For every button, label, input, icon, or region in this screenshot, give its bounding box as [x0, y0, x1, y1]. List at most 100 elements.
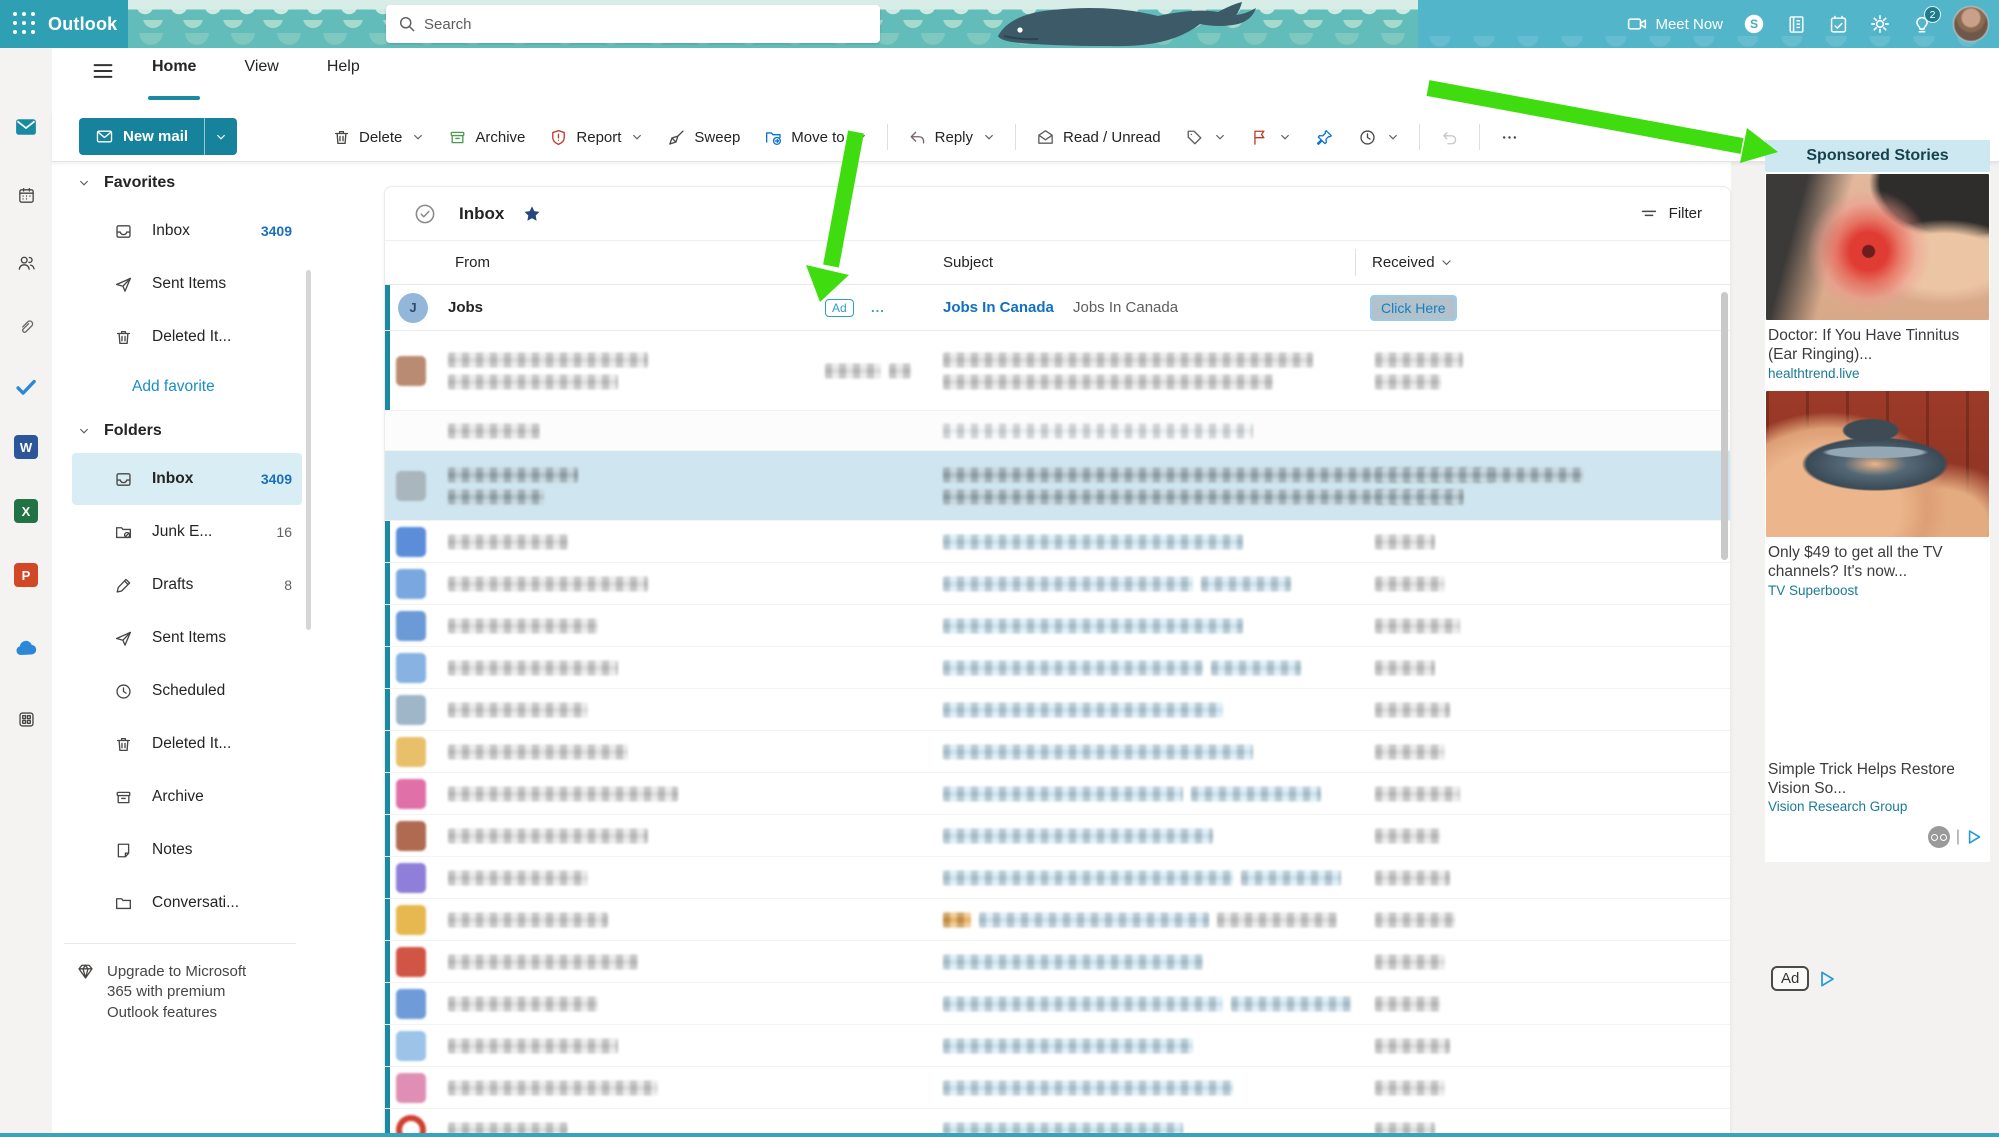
ad-subject-link[interactable]: Jobs In Canada	[943, 299, 1054, 316]
email-row[interactable]	[385, 411, 1730, 451]
unread-count: 8	[284, 577, 292, 593]
email-row[interactable]	[385, 331, 1730, 411]
adchoices-icon[interactable]	[1966, 828, 1984, 846]
email-row[interactable]	[385, 689, 1730, 731]
tasks-button[interactable]	[1827, 13, 1849, 35]
user-avatar[interactable]	[1953, 6, 1989, 42]
delete-button[interactable]: Delete	[323, 121, 433, 154]
inbox-icon	[114, 470, 133, 489]
ad-source-link[interactable]: Vision Research Group	[1766, 799, 1989, 814]
email-row[interactable]	[385, 857, 1730, 899]
reply-button[interactable]: Reply	[899, 121, 1004, 154]
snooze-button[interactable]	[1349, 121, 1408, 154]
select-all-circle-icon[interactable]	[413, 202, 437, 226]
folder-item-conversati-[interactable]: Conversati...	[72, 877, 302, 929]
app-launcher-button[interactable]	[8, 7, 42, 41]
email-row[interactable]	[385, 1067, 1730, 1109]
folder-pane-scrollbar[interactable]	[306, 270, 311, 630]
email-row[interactable]	[385, 647, 1730, 689]
ad-click-here-button[interactable]: Click Here	[1370, 295, 1457, 321]
new-mail-dropdown[interactable]	[204, 118, 237, 155]
column-from[interactable]: From	[455, 254, 490, 271]
skype-button[interactable]: S	[1743, 13, 1765, 35]
ad-source-link[interactable]: healthtrend.live	[1766, 366, 1989, 381]
email-row[interactable]	[385, 1025, 1730, 1067]
word-tab[interactable]: W	[13, 434, 39, 460]
settings-button[interactable]	[1869, 13, 1891, 35]
tips-button[interactable]: 2	[1911, 13, 1933, 35]
sponsored-ad[interactable]: Simple Trick Helps Restore Vision So... …	[1765, 606, 1990, 823]
move-to-button[interactable]: Move to	[755, 121, 875, 154]
folder-item-drafts[interactable]: Drafts 8	[72, 559, 302, 611]
folder-item-sent-items[interactable]: Sent Items	[72, 612, 302, 664]
unread-accent-bar	[385, 689, 390, 730]
more-options-button[interactable]	[1491, 121, 1528, 154]
folder-item-junk-e-[interactable]: Junk E... 16	[72, 506, 302, 558]
onedrive-tab[interactable]	[13, 636, 39, 662]
read-unread-button[interactable]: Read / Unread	[1027, 121, 1170, 154]
favorite-star-icon[interactable]	[522, 204, 542, 224]
column-received[interactable]: Received	[1372, 254, 1453, 271]
email-row[interactable]	[385, 815, 1730, 857]
search-input[interactable]: Search	[386, 5, 880, 43]
powerpoint-tab[interactable]: P	[13, 562, 39, 588]
mail-tab[interactable]	[13, 114, 39, 140]
email-row[interactable]	[385, 521, 1730, 563]
ad-email-row[interactable]: J Jobs Ad ... Jobs In Canada Jobs In Can…	[385, 285, 1730, 331]
folders-section-header[interactable]: Folders	[52, 410, 308, 452]
hamburger-menu-button[interactable]	[90, 58, 116, 84]
folder-item-sent-items[interactable]: Sent Items	[72, 258, 302, 310]
filter-button[interactable]: Filter	[1639, 204, 1702, 224]
todo-tab[interactable]	[13, 374, 39, 400]
flag-button[interactable]	[1241, 121, 1300, 154]
onenote-button[interactable]	[1785, 13, 1807, 35]
more-apps-button[interactable]	[13, 706, 39, 732]
email-row[interactable]	[385, 1109, 1730, 1133]
email-row[interactable]	[385, 899, 1730, 941]
new-mail-button[interactable]: New mail	[79, 118, 204, 155]
tab-view[interactable]: View	[242, 50, 280, 84]
sponsored-ad[interactable]: Doctor: If You Have Tinnitus (Ear Ringin…	[1765, 172, 1990, 389]
folder-item-deleted-it-[interactable]: Deleted It...	[72, 718, 302, 770]
attachments-tab[interactable]	[13, 314, 39, 340]
tab-home[interactable]: Home	[150, 50, 198, 84]
excel-tab[interactable]: X	[13, 498, 39, 524]
calendar-tab[interactable]	[13, 182, 39, 208]
app-rail: W X P	[0, 48, 52, 1133]
sweep-button[interactable]: Sweep	[658, 121, 749, 154]
new-mail-split-button[interactable]: New mail	[79, 118, 237, 155]
add-favorite-link[interactable]: Add favorite	[52, 364, 308, 410]
report-button[interactable]: Report	[540, 121, 652, 154]
folder-item-deleted-it-[interactable]: Deleted It...	[72, 311, 302, 363]
favorites-section-header[interactable]: Favorites	[52, 162, 308, 204]
archive-button[interactable]: Archive	[439, 121, 534, 154]
dots-icon	[1500, 128, 1519, 147]
folder-item-inbox[interactable]: Inbox 3409	[72, 205, 302, 257]
people-tab[interactable]	[13, 250, 39, 276]
outbrain-icon[interactable]	[1928, 826, 1950, 848]
meet-now-button[interactable]: Meet Now	[1626, 13, 1723, 35]
email-row[interactable]	[385, 941, 1730, 983]
email-row[interactable]	[385, 451, 1730, 521]
sponsored-ad[interactable]: Only $49 to get all the TV channels? It'…	[1765, 389, 1990, 606]
pin-button[interactable]	[1306, 121, 1343, 154]
email-row[interactable]	[385, 773, 1730, 815]
email-row[interactable]	[385, 605, 1730, 647]
folder-item-notes[interactable]: Notes	[72, 824, 302, 876]
folder-item-inbox[interactable]: Inbox 3409	[72, 453, 302, 505]
unread-accent-bar	[385, 1109, 390, 1133]
ad-source-link[interactable]: TV Superboost	[1766, 583, 1989, 598]
ad-more-options[interactable]: ...	[871, 300, 885, 315]
tab-help[interactable]: Help	[325, 50, 362, 84]
email-row[interactable]	[385, 983, 1730, 1025]
folder-item-archive[interactable]: Archive	[72, 771, 302, 823]
categorize-button[interactable]	[1176, 121, 1235, 154]
adchoices-icon[interactable]	[1818, 969, 1838, 989]
column-subject[interactable]: Subject	[943, 254, 993, 271]
folder-item-scheduled[interactable]: Scheduled	[72, 665, 302, 717]
list-scrollbar[interactable]	[1721, 292, 1728, 560]
undo-button[interactable]	[1431, 121, 1468, 154]
upgrade-link[interactable]: Upgrade to Microsoft 365 with premium Ou…	[52, 944, 308, 1023]
email-row[interactable]	[385, 563, 1730, 605]
email-row[interactable]	[385, 731, 1730, 773]
